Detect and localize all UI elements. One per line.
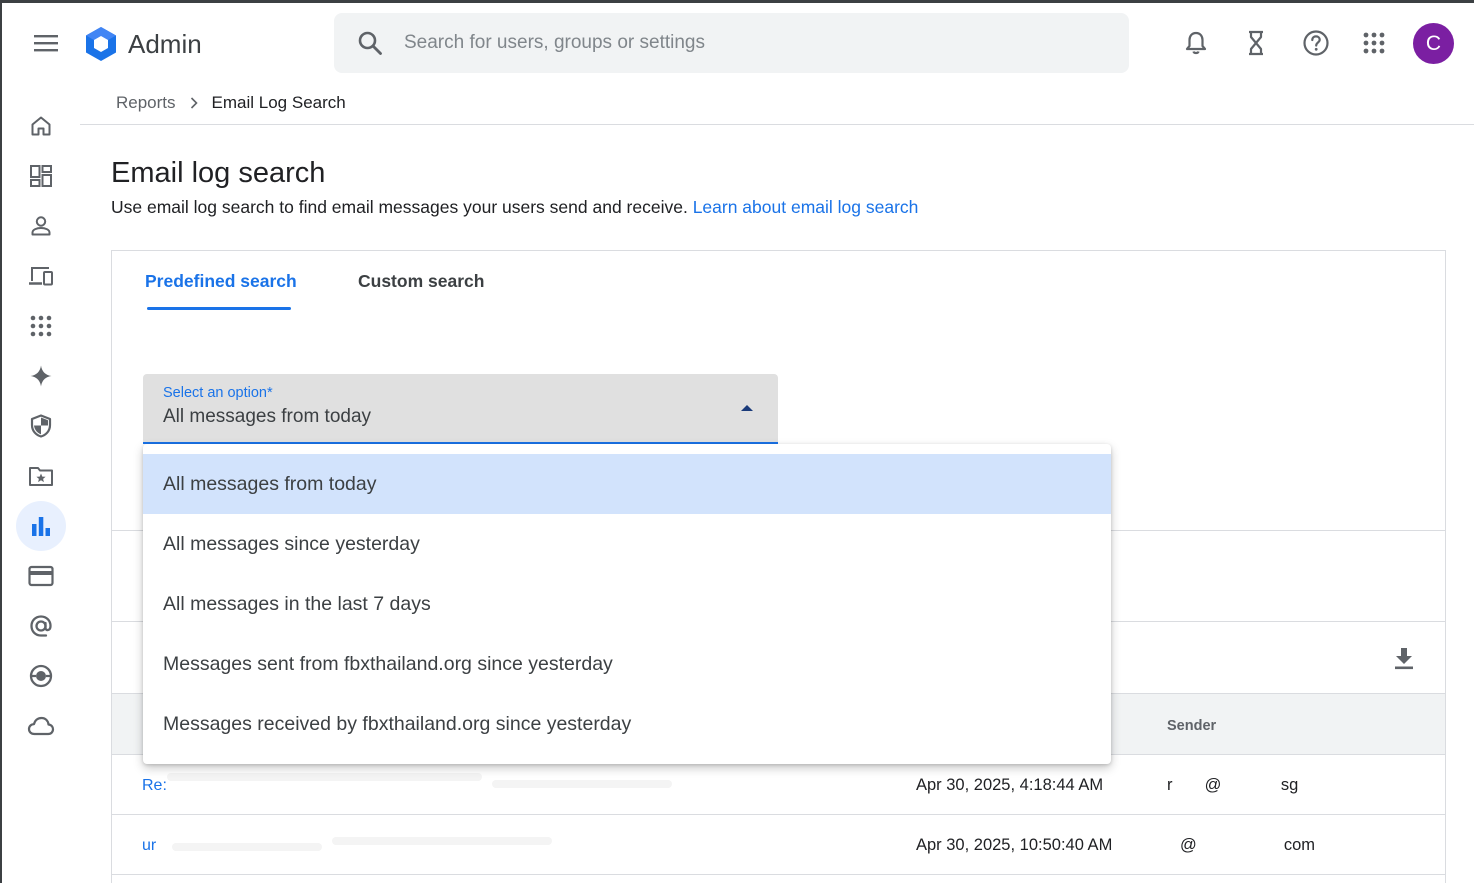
learn-more-link[interactable]: Learn about email log search (693, 197, 919, 217)
dashboard-icon (30, 165, 52, 187)
chevron-right-icon (190, 97, 198, 109)
breadcrumb-reports[interactable]: Reports (116, 93, 176, 113)
sidebar-item-gemini[interactable] (16, 351, 66, 401)
app-name: Admin (128, 28, 202, 59)
dropdown-arrow-up-icon (741, 405, 753, 411)
row-sender: r @ sg (1167, 776, 1299, 794)
sidebar-item-dashboard[interactable] (16, 151, 66, 201)
window-left-edge (0, 0, 2, 883)
download-button[interactable] (1389, 643, 1419, 673)
redaction-blur (332, 837, 552, 845)
help-icon (1303, 30, 1329, 56)
option-since-yesterday[interactable]: All messages since yesterday (143, 514, 1111, 574)
search-input[interactable] (404, 32, 1104, 54)
cloud-icon (27, 716, 55, 736)
users-icon (31, 216, 51, 236)
row-sender: @ com (1180, 836, 1316, 854)
option-received-by-domain[interactable]: Messages received by fbxthailand.org sin… (143, 694, 1111, 754)
redaction-blur (172, 843, 322, 851)
column-header-sender[interactable]: Sender (1167, 718, 1216, 734)
hourglass-icon (1249, 30, 1263, 56)
sidebar-item-rules[interactable] (16, 651, 66, 701)
sidebar-item-drive[interactable] (16, 451, 66, 501)
admin-logo[interactable]: Admin (82, 25, 202, 63)
bell-icon (1185, 31, 1207, 55)
sidebar-item-reporting[interactable] (16, 501, 66, 551)
reports-bar-chart-icon (32, 517, 50, 536)
sidebar-item-home[interactable] (16, 101, 66, 151)
google-apps-button[interactable] (1354, 23, 1394, 63)
predefined-search-select[interactable]: Select an option* All messages from toda… (143, 374, 778, 444)
directory-icon (29, 664, 53, 688)
notifications-button[interactable] (1176, 23, 1216, 63)
home-icon (31, 116, 51, 136)
apps-grid-icon (1363, 32, 1385, 54)
row-subject[interactable]: Re: (142, 777, 167, 795)
table-row[interactable]: ur Apr 30, 2025, 10:50:40 AM @ com (112, 815, 1445, 875)
select-options-menu: All messages from today All messages sin… (143, 444, 1111, 764)
sidebar-item-users[interactable] (16, 201, 66, 251)
admin-logo-icon (86, 27, 116, 61)
sparkle-icon (30, 365, 52, 387)
tab-predefined-search[interactable]: Predefined search (145, 271, 297, 292)
hamburger-menu-icon (34, 35, 58, 52)
redaction-blur (167, 773, 482, 781)
sidebar-item-storage[interactable] (16, 701, 66, 751)
select-label: Select an option* (163, 385, 273, 401)
tab-custom-search[interactable]: Custom search (358, 271, 484, 292)
sidebar-item-security[interactable] (16, 401, 66, 451)
billing-card-icon (28, 565, 54, 587)
search-bar[interactable] (334, 13, 1129, 73)
row-date: Apr 30, 2025, 4:18:44 AM (916, 776, 1104, 794)
row-subject[interactable]: ur (142, 837, 156, 855)
folder-star-icon (29, 467, 53, 486)
table-row[interactable]: Re: Apr 30, 2025, 4:18:44 AM r @ sg (112, 755, 1445, 815)
select-value: All messages from today (163, 406, 372, 427)
search-icon[interactable] (356, 29, 384, 57)
account-avatar[interactable]: C (1413, 23, 1454, 64)
option-sent-from-domain[interactable]: Messages sent from fbxthailand.org since… (143, 634, 1111, 694)
devices-icon (29, 267, 53, 286)
breadcrumb-current: Email Log Search (211, 93, 346, 112)
at-sign-icon (30, 615, 52, 637)
sidebar-item-account[interactable] (16, 601, 66, 651)
page-description: Use email log search to find email messa… (111, 197, 918, 218)
breadcrumb: Reports Email Log Search (116, 93, 346, 113)
tasks-button[interactable] (1236, 23, 1276, 63)
sidebar-item-apps[interactable] (16, 301, 66, 351)
page-title: Email log search (111, 157, 326, 189)
row-date: Apr 30, 2025, 10:50:40 AM (916, 836, 1113, 854)
description-text: Use email log search to find email messa… (111, 197, 688, 217)
redaction-blur (492, 780, 672, 788)
breadcrumb-divider (80, 124, 1474, 125)
option-all-today[interactable]: All messages from today (143, 454, 1111, 514)
apps-icon (30, 315, 52, 337)
main-menu-button[interactable] (22, 23, 70, 63)
top-bar: Admin C (0, 3, 1474, 83)
option-last-7-days[interactable]: All messages in the last 7 days (143, 574, 1111, 634)
sidebar-item-billing[interactable] (16, 551, 66, 601)
download-icon (1395, 648, 1413, 670)
help-button[interactable] (1296, 23, 1336, 63)
active-tab-indicator (147, 307, 291, 310)
sidebar-item-devices[interactable] (16, 251, 66, 301)
security-shield-icon (30, 414, 52, 438)
